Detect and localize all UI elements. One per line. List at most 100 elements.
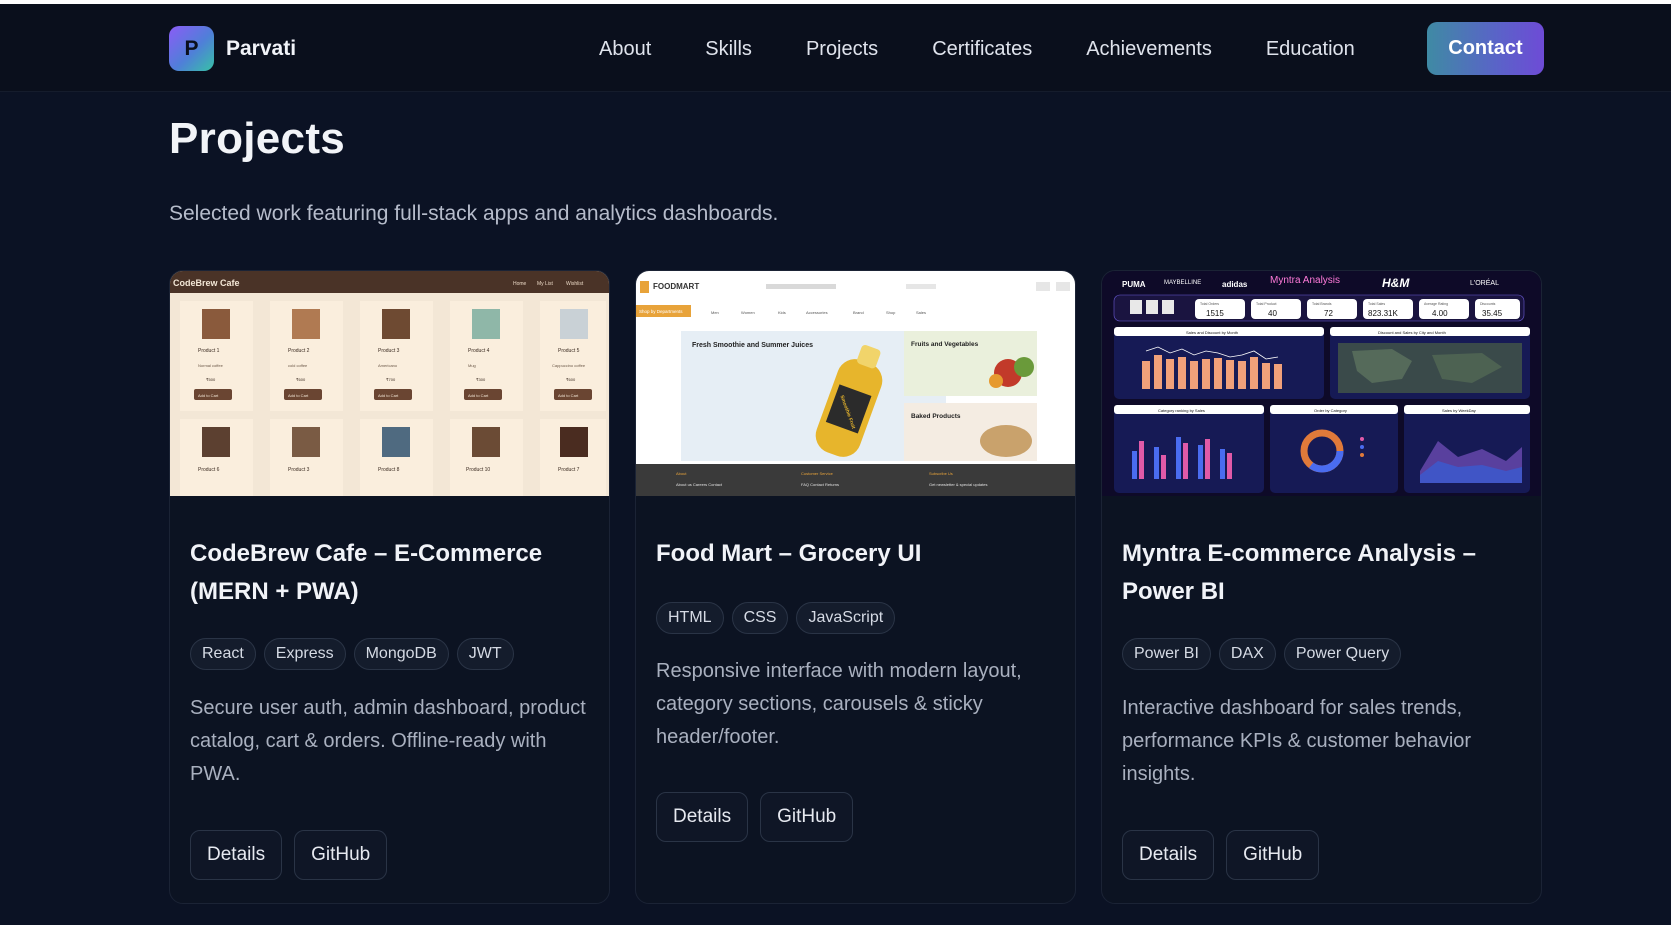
thumb-cart-3: Add to Cart [378,393,399,398]
project-card-myntra: PUMA MAYBELLINE adidas H&M L'ORÉAL Myntr… [1101,270,1542,904]
thumb-panel-3: Category ranking by Sales [1158,408,1205,413]
thumb-product-10: Product 7 [558,467,580,473]
thumb-product-row-1: Product 1 Product 2 Product 3 Product 4 … [180,301,606,411]
svg-text:Average Rating: Average Rating [1424,302,1448,306]
thumb-cart-5: Add to Cart [558,393,579,398]
svg-text:Kids: Kids [778,310,786,315]
svg-text:About: About [676,471,687,476]
thumb-site-name: CodeBrew Cafe [173,278,240,288]
svg-text:About us Careers Contact: About us Careers Contact [676,482,723,487]
project-description: Secure user auth, admin dashboard, produ… [190,697,586,785]
project-tags: Power BI DAX Power Query [1122,638,1409,670]
details-button[interactable]: Details [190,830,283,880]
thumb-price-4: ₹300 [476,377,486,382]
svg-text:Accessories: Accessories [806,310,828,315]
svg-text:823.31K: 823.31K [1368,309,1398,318]
nav-achievements[interactable]: Achievements [1086,34,1212,64]
project-thumbnail-myntra: PUMA MAYBELLINE adidas H&M L'ORÉAL Myntr… [1102,271,1541,496]
project-thumbnail-codebrew: CodeBrew Cafe Home My List Wishlist Prod… [170,271,609,496]
nav-about[interactable]: About [599,34,651,64]
thumb-product-3: Product 3 [378,348,400,354]
svg-text:Get newsletter & special updat: Get newsletter & special updates [929,482,987,487]
project-description: Interactive dashboard for sales trends, … [1122,697,1472,785]
svg-text:L'ORÉAL: L'ORÉAL [1470,278,1499,287]
tag: HTML [656,602,724,634]
tag: JWT [456,638,514,670]
thumb-cart-1: Add to Cart [198,393,219,398]
project-actions: Details GitHub [190,830,399,880]
svg-text:Brand: Brand [853,310,864,315]
thumb-panel-5: Sales by WeekDay [1442,408,1476,413]
thumb-subtext-2: cold coffee [288,363,308,368]
nav-projects[interactable]: Projects [806,34,878,64]
thumb-price-2: ₹600 [296,377,306,382]
tag: CSS [731,602,789,634]
thumb-product-7: Product 3 [288,467,310,473]
project-description: Responsive interface with modern layout,… [656,660,1022,748]
thumb-nav-1: Home [513,281,527,287]
brand-name: Parvati [226,36,297,60]
tag: Express [263,638,346,670]
details-button[interactable]: Details [1122,830,1215,880]
tag: React [190,638,256,670]
thumb-product-2: Product 2 [288,348,310,354]
svg-text:Total Product: Total Product [1256,302,1276,306]
tag: MongoDB [353,638,449,670]
thumb-product-6: Product 6 [198,467,220,473]
brand[interactable]: P Parvati [169,26,296,71]
tag: Power BI [1122,638,1211,670]
thumb-nav-2: My List [537,281,553,287]
project-card-foodmart: FOODMART Shop by Departments Men Women K… [635,270,1076,904]
thumb-subtext-4: Mug [468,363,476,368]
thumb-product-4: Product 4 [468,348,490,354]
page-subtitle: Selected work featuring full-stack apps … [169,202,779,225]
svg-text:Total Brands: Total Brands [1312,302,1332,306]
contact-button[interactable]: Contact [1427,22,1544,75]
details-button[interactable]: Details [656,792,749,842]
bottom-edge [0,925,1671,929]
thumb-subtext-5: Cappuccino coffee [552,363,586,368]
tag: Power Query [1283,638,1402,670]
project-card-codebrew: CodeBrew Cafe Home My List Wishlist Prod… [169,270,610,904]
thumb-logo: FOODMART [653,282,699,291]
svg-text:35.45: 35.45 [1482,309,1503,318]
page-title: Projects [169,114,346,163]
thumb-price-1: ₹500 [206,377,216,382]
github-button[interactable]: GitHub [760,792,854,842]
thumb-price-3: ₹700 [386,377,396,382]
svg-text:MAYBELLINE: MAYBELLINE [1164,280,1201,286]
svg-text:FAQ Contact Returns: FAQ Contact Returns [801,482,839,487]
svg-text:Men: Men [711,310,719,315]
nav-education[interactable]: Education [1266,34,1355,64]
svg-text:Discounts: Discounts [1480,302,1496,306]
thumb-product-5: Product 5 [558,348,580,354]
project-actions: Details GitHub [656,792,865,842]
tag: JavaScript [796,602,896,634]
thumb-cart-4: Add to Cart [468,393,489,398]
svg-text:1515: 1515 [1206,309,1224,318]
main-nav: About Skills Projects Certificates Achie… [599,34,1409,64]
project-actions: Details GitHub [1122,830,1331,880]
github-button[interactable]: GitHub [294,830,388,880]
thumb-nav-3: Wishlist [566,281,584,287]
thumb-panel-2: Discount and Sales by City and Month [1378,330,1446,335]
site-header: P Parvati About Skills Projects Certific… [0,4,1671,92]
svg-text:Shop: Shop [886,310,896,315]
project-title: CodeBrew Cafe – E-Commerce (MERN + PWA) [190,540,543,605]
nav-skills[interactable]: Skills [705,34,752,64]
svg-text:40: 40 [1268,309,1277,318]
github-button[interactable]: GitHub [1226,830,1320,880]
project-title: Food Mart – Grocery UI [656,540,922,567]
project-title: Myntra E-commerce Analysis – Power BI [1122,540,1476,605]
svg-text:PUMA: PUMA [1122,280,1146,289]
project-thumbnail-foodmart: FOODMART Shop by Departments Men Women K… [636,271,1075,496]
thumb-category: Shop by Departments [639,309,683,314]
thumb-cart-2: Add to Cart [288,393,309,398]
thumb-dashboard-title: Myntra Analysis [1270,275,1340,286]
svg-text:Subscribe Us: Subscribe Us [929,471,953,476]
svg-text:H&M: H&M [1382,276,1410,290]
nav-certificates[interactable]: Certificates [932,34,1032,64]
tag: DAX [1218,638,1276,670]
svg-text:72: 72 [1324,309,1333,318]
thumb-panel-1: Sales and Discount by Month [1186,330,1238,335]
